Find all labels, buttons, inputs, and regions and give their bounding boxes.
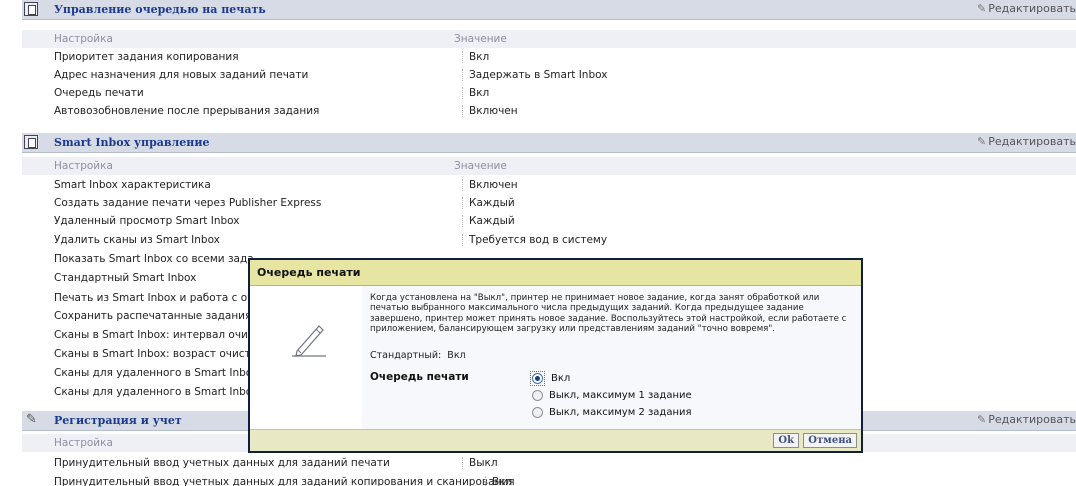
edit-registration-link[interactable]: ✎ Редактировать [977,413,1076,426]
section-title: Smart Inbox управление [54,136,210,149]
setting-row[interactable]: Приоритет задания копирования Вкл [54,49,1054,67]
setting-row[interactable]: Создать задание печати через Publisher E… [54,195,1054,213]
setting-row[interactable]: Адрес назначения для новых заданий печат… [54,67,1054,85]
pencil-icon [292,325,326,357]
column-header-row: Настройка Значение [22,157,1076,175]
pencil-icon: ✎ [977,413,987,426]
edit-print-queue-link[interactable]: ✎ Редактировать [977,2,1076,15]
cancel-button[interactable]: Отмена [803,433,857,448]
radio-button[interactable] [532,372,543,384]
dialog-default: Стандартный: Вкл [370,350,466,361]
pencil-icon: ✎ [977,135,987,148]
column-setting: Настройка [54,437,113,449]
radio-option-max2[interactable]: Выкл, максимум 2 задания [532,404,692,420]
radio-button[interactable] [532,406,543,418]
dialog-title-bar: Очередь печати [250,260,861,286]
column-header-row: Настройка Значение [22,30,1076,48]
column-setting: Настройка [54,160,113,172]
setting-row[interactable]: Принудительный ввод учетных данных для з… [54,474,1054,486]
section-header-smart-inbox: Smart Inbox управление ✎ Редактировать [22,133,1076,153]
setting-row[interactable]: Smart Inbox характеристика Включен [54,177,1054,195]
radio-button[interactable] [532,389,543,401]
dialog-title: Очередь печати [257,266,361,279]
edit-smart-inbox-link[interactable]: ✎ Редактировать [977,135,1076,148]
section-title: Управление очередью на печать [54,3,266,16]
document-icon [24,2,38,16]
dialog-footer: Ok Отмена [250,429,861,451]
print-queue-dialog: Очередь печати Когда установлена на "Вык… [248,258,863,453]
radio-option-max1[interactable]: Выкл, максимум 1 задание [532,387,692,403]
ok-button[interactable]: Ok [773,433,799,448]
setting-row[interactable]: Удаленный просмотр Smart Inbox Каждый [54,213,1054,231]
pencil-icon: ✎ [26,412,37,427]
section-header-print-queue: Управление очередью на печать ✎ Редактиро… [22,0,1076,20]
setting-row[interactable]: Автовозобновление после прерывания задан… [54,103,1054,121]
setting-row[interactable]: Удалить сканы из Smart Inbox Требуется во… [54,232,1054,250]
setting-row[interactable]: Очередь печати Вкл [54,85,1054,103]
dialog-field-label: Очередь печати [370,371,469,383]
radio-option-on[interactable]: Вкл [530,370,570,386]
pencil-icon: ✎ [977,2,987,15]
column-setting: Настройка [54,33,113,45]
document-icon [24,135,38,149]
dialog-description: Когда установлена на "Выкл", принтер не … [370,293,847,335]
setting-row[interactable]: Принудительный ввод учетных данных для з… [54,455,1054,473]
dialog-body: Когда установлена на "Выкл", принтер не … [362,286,861,429]
column-value: Значение [454,33,507,45]
section-title: Регистрация и учет [54,414,182,427]
column-value: Значение [454,160,507,172]
dialog-icon-panel [250,286,362,429]
